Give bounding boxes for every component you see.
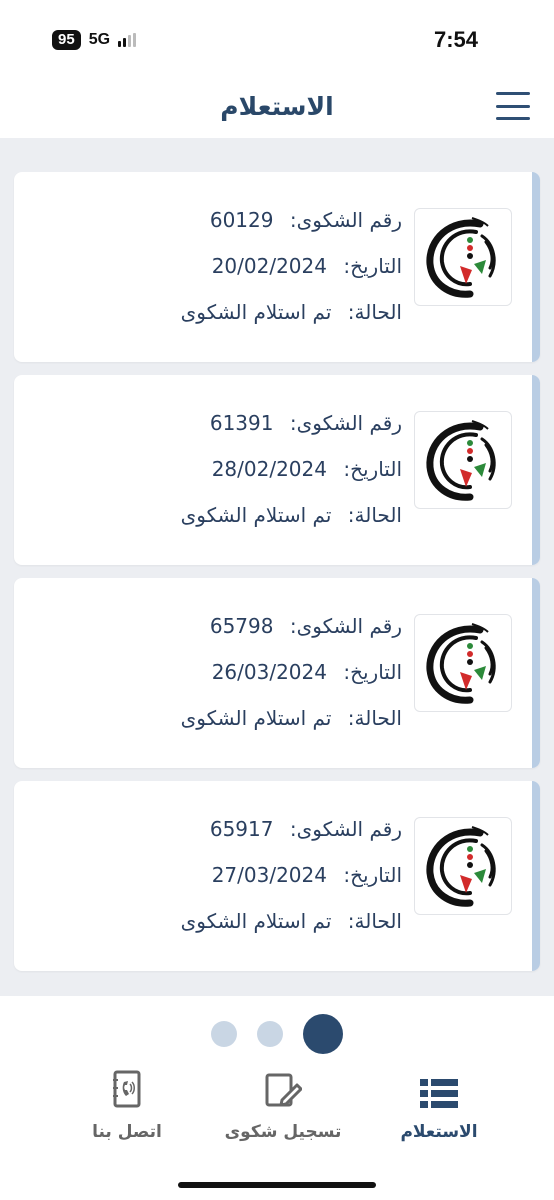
complaint-card[interactable]: رقم الشكوى: 61391 التاريخ: 28/02/2024 ال… <box>14 375 540 565</box>
complaint-details: رقم الشكوى: 60129 التاريخ: 20/02/2024 ال… <box>181 200 402 338</box>
complaint-number-row: رقم الشكوى: 60129 <box>181 200 402 246</box>
complaint-details: رقم الشكوى: 61391 التاريخ: 28/02/2024 ال… <box>181 403 402 541</box>
complaint-status-label: الحالة: <box>347 909 402 933</box>
complaint-status-label: الحالة: <box>347 706 402 730</box>
authority-logo <box>414 817 512 915</box>
complaints-list[interactable]: رقم الشكوى: 60129 التاريخ: 20/02/2024 ال… <box>0 138 554 996</box>
menu-button[interactable] <box>496 92 530 120</box>
complaint-status-row: الحالة: تم استلام الشكوى <box>181 495 402 541</box>
complaint-number-label: رقم الشكوى: <box>289 817 402 841</box>
complaint-date: 20/02/2024 <box>211 254 327 278</box>
complaint-status: تم استلام الشكوى <box>180 909 332 933</box>
complaint-number: 61391 <box>209 411 274 435</box>
tab-label: اتصل بنا <box>92 1122 162 1142</box>
complaint-date: 27/03/2024 <box>211 863 327 887</box>
complaint-details: رقم الشكوى: 65917 التاريخ: 27/03/2024 ال… <box>181 809 402 947</box>
card-accent-bar <box>532 172 540 362</box>
page-dot[interactable] <box>257 1021 283 1047</box>
complaint-status-label: الحالة: <box>347 300 402 324</box>
status-bar: 95 5G 7:54 <box>0 0 554 84</box>
complaint-status: تم استلام الشكوى <box>180 706 332 730</box>
complaint-card[interactable]: رقم الشكوى: 60129 التاريخ: 20/02/2024 ال… <box>14 172 540 362</box>
complaint-card[interactable]: رقم الشكوى: 65917 التاريخ: 27/03/2024 ال… <box>14 781 540 971</box>
edit-document-icon <box>264 1064 302 1110</box>
tab-list[interactable]: الاستعلام <box>364 1064 514 1164</box>
page-title: الاستعلام <box>220 91 334 121</box>
complaint-number-label: رقم الشكوى: <box>289 614 402 638</box>
status-left: 95 5G <box>52 30 137 50</box>
bottom-tab-bar: اتصل بنا تسجيل شكوى الاستعلام <box>0 1064 554 1164</box>
complaint-date-label: التاريخ: <box>343 457 402 481</box>
page-indicator <box>0 1014 554 1054</box>
complaint-number: 60129 <box>209 208 274 232</box>
complaint-number-label: رقم الشكوى: <box>289 411 402 435</box>
authority-logo <box>414 208 512 306</box>
complaint-date: 26/03/2024 <box>211 660 327 684</box>
complaint-number-row: رقم الشكوى: 65917 <box>181 809 402 855</box>
tab-edit-document[interactable]: تسجيل شكوى <box>208 1064 358 1164</box>
complaint-date-label: التاريخ: <box>343 254 402 278</box>
complaint-number-row: رقم الشكوى: 65798 <box>181 606 402 652</box>
page-dot[interactable] <box>211 1021 237 1047</box>
tab-label: الاستعلام <box>400 1122 478 1142</box>
complaint-details: رقم الشكوى: 65798 التاريخ: 26/03/2024 ال… <box>181 606 402 744</box>
complaint-status: تم استلام الشكوى <box>180 503 332 527</box>
complaint-date: 28/02/2024 <box>211 457 327 481</box>
complaint-date-label: التاريخ: <box>343 660 402 684</box>
complaint-number-row: رقم الشكوى: 61391 <box>181 403 402 449</box>
complaint-number: 65917 <box>209 817 274 841</box>
complaint-date-label: التاريخ: <box>343 863 402 887</box>
complaint-status-row: الحالة: تم استلام الشكوى <box>181 698 402 744</box>
tab-contact-book[interactable]: اتصل بنا <box>52 1064 202 1164</box>
complaint-date-row: التاريخ: 27/03/2024 <box>181 855 402 901</box>
card-accent-bar <box>532 781 540 971</box>
list-icon <box>420 1064 458 1110</box>
authority-logo <box>414 614 512 712</box>
card-accent-bar <box>532 578 540 768</box>
card-accent-bar <box>532 375 540 565</box>
complaint-date-row: التاريخ: 28/02/2024 <box>181 449 402 495</box>
complaint-status-label: الحالة: <box>347 503 402 527</box>
home-indicator <box>178 1182 376 1188</box>
status-time: 7:54 <box>433 27 478 52</box>
contact-book-icon <box>111 1064 143 1110</box>
complaint-number: 65798 <box>209 614 274 638</box>
complaint-status-row: الحالة: تم استلام الشكوى <box>181 292 402 338</box>
battery-indicator: 95 <box>52 30 81 50</box>
complaint-status: تم استلام الشكوى <box>180 300 332 324</box>
complaint-number-label: رقم الشكوى: <box>289 208 402 232</box>
tab-label: تسجيل شكوى <box>224 1122 342 1142</box>
complaint-card[interactable]: رقم الشكوى: 65798 التاريخ: 26/03/2024 ال… <box>14 578 540 768</box>
complaint-date-row: التاريخ: 20/02/2024 <box>181 246 402 292</box>
app-header: الاستعلام <box>0 74 554 138</box>
signal-icon <box>118 33 137 47</box>
authority-logo <box>414 411 512 509</box>
menu-icon <box>496 92 530 95</box>
page-dot[interactable] <box>303 1014 343 1054</box>
network-type: 5G <box>88 31 111 48</box>
complaint-date-row: التاريخ: 26/03/2024 <box>181 652 402 698</box>
complaint-status-row: الحالة: تم استلام الشكوى <box>181 901 402 947</box>
